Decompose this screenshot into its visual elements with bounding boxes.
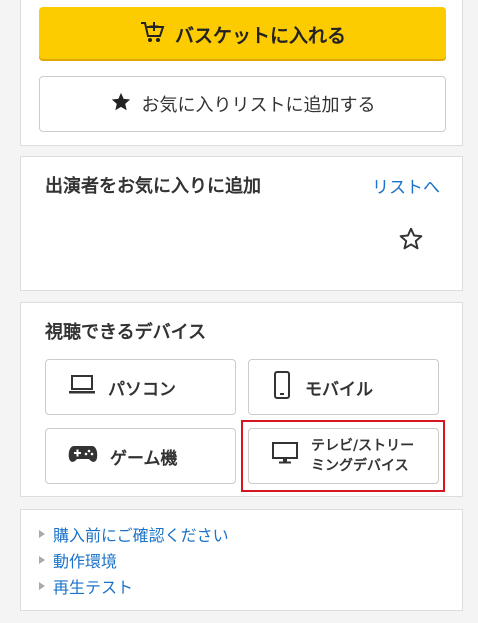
link-system-requirements[interactable]: 動作環境 xyxy=(39,547,229,573)
cast-favorite-panel: 出演者をお気に入りに追加 リストへ xyxy=(20,156,463,291)
star-outline-icon[interactable] xyxy=(398,226,424,256)
device-game-label: ゲーム機 xyxy=(110,448,178,469)
link-system-requirements-label: 動作環境 xyxy=(53,552,118,571)
device-mobile-label: モバイル xyxy=(305,379,373,400)
device-pc-button[interactable]: パソコン xyxy=(45,359,236,415)
device-pc-label: パソコン xyxy=(108,379,176,400)
device-mobile-button[interactable]: モバイル xyxy=(248,359,439,415)
triangle-right-icon xyxy=(39,556,45,564)
laptop-icon xyxy=(68,374,96,401)
link-before-purchase[interactable]: 購入前にご確認ください xyxy=(39,521,229,547)
devices-title: 視聴できるデバイス xyxy=(45,322,207,343)
link-playback-test[interactable]: 再生テスト xyxy=(39,573,229,599)
smartphone-icon xyxy=(271,370,293,404)
triangle-right-icon xyxy=(39,530,45,538)
add-to-basket-button[interactable]: バスケットに入れる xyxy=(39,7,446,61)
favorite-list-link[interactable]: リストへ xyxy=(372,173,440,198)
selection-highlight-box xyxy=(241,420,445,492)
add-to-basket-label: バスケットに入れる xyxy=(174,24,346,47)
link-playback-test-label: 再生テスト xyxy=(53,578,134,597)
gamepad-icon xyxy=(68,443,98,470)
device-game-button[interactable]: ゲーム機 xyxy=(45,428,236,484)
add-to-favorites-label: お気に入りリストに追加する xyxy=(141,95,376,116)
info-links-panel: 購入前にご確認ください 動作環境 再生テスト xyxy=(20,509,463,611)
cart-add-icon xyxy=(139,20,165,49)
add-to-favorites-button[interactable]: お気に入りリストに追加する xyxy=(39,76,446,132)
purchase-panel: バスケットに入れる お気に入りリストに追加する xyxy=(20,0,463,146)
cast-favorite-title: 出演者をお気に入りに追加 xyxy=(45,176,261,197)
star-icon xyxy=(110,91,132,118)
triangle-right-icon xyxy=(39,582,45,590)
link-before-purchase-label: 購入前にご確認ください xyxy=(53,526,229,545)
info-link-list: 購入前にご確認ください 動作環境 再生テスト xyxy=(39,521,229,599)
